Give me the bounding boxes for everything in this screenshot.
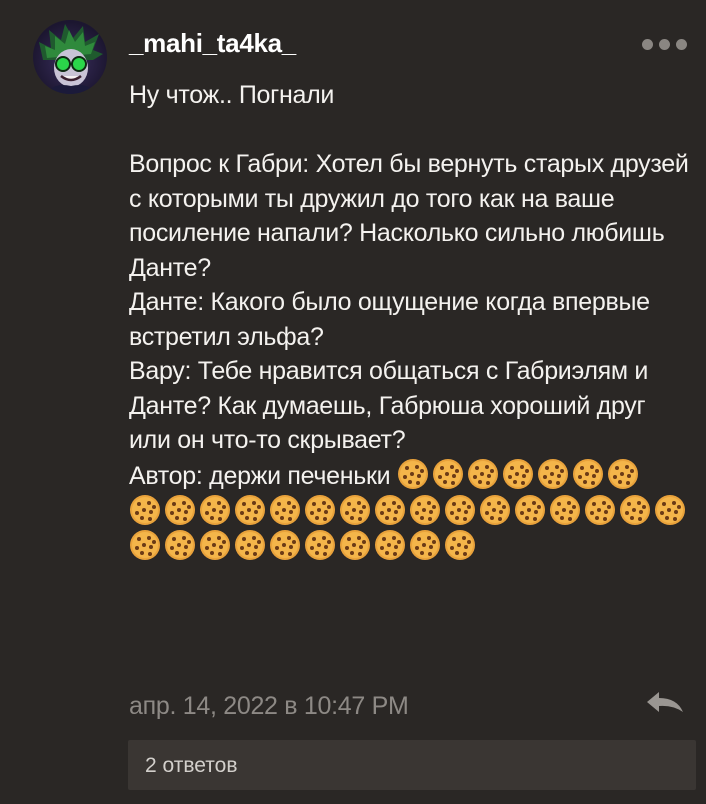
cookie-emoji: [410, 495, 440, 526]
more-dot: [676, 38, 687, 50]
cookie-emoji: [607, 458, 638, 489]
cookie-row: [129, 493, 689, 528]
cookie-emoji: [270, 495, 300, 526]
comment-line: Данте: Какого было ощущение когда впервы…: [129, 288, 650, 351]
cookie-emoji: [410, 529, 440, 560]
cookie-emoji: [235, 495, 265, 526]
cookie-emoji: [537, 458, 568, 489]
cookie-emoji: [165, 495, 195, 526]
comment-line: Ну чтож.. Погнали: [129, 81, 335, 109]
cookie-emoji: [305, 529, 335, 560]
cookie-row: [129, 528, 689, 563]
timestamp: апр. 14, 2022 в 10:47 PM: [129, 692, 409, 720]
cookie-emoji: [340, 495, 370, 526]
replies-count-label: 2 ответов: [145, 754, 238, 777]
cookie-emoji: [305, 495, 335, 526]
cookie-emoji: [620, 495, 650, 526]
cookie-emoji: [340, 529, 370, 560]
cookie-emoji: [432, 458, 463, 489]
more-options-button[interactable]: [642, 37, 690, 51]
cookie-emoji: [375, 495, 405, 526]
reply-button[interactable]: [643, 688, 687, 716]
cookie-emoji-rows: [129, 493, 689, 562]
cookie-emoji: [375, 529, 405, 560]
cookie-emoji: [200, 529, 230, 560]
cookie-emoji: [165, 529, 195, 560]
username[interactable]: _mahi_ta4ka_: [129, 28, 296, 59]
comment: _mahi_ta4ka_ Ну чтож.. Погнали Вопрос к …: [0, 0, 706, 804]
comment-line-author: Автор: держи печеньки: [129, 458, 689, 494]
reply-arrow-icon: [647, 692, 683, 712]
cookie-emoji: [572, 458, 603, 489]
cookie-emoji: [445, 495, 475, 526]
cookie-emoji: [130, 529, 160, 560]
cookie-emoji: [467, 458, 498, 489]
comment-line: Вару: Тебе нравится общаться с Габриэлям…: [129, 357, 649, 454]
author-text: Автор: держи печеньки: [129, 461, 391, 490]
cookie-emoji: [445, 529, 475, 560]
cookie-emoji: [270, 529, 300, 560]
more-dot: [659, 38, 670, 50]
view-replies-button[interactable]: 2 ответов: [128, 740, 696, 790]
cookie-emoji: [130, 495, 160, 526]
cookie-emoji: [200, 495, 230, 526]
cookie-emoji: [655, 495, 685, 526]
avatar-image: [39, 24, 103, 94]
more-horizontal-icon: [642, 38, 653, 50]
cookie-emoji: [515, 495, 545, 526]
comment-line: Вопрос к Габри: Хотел бы вернуть старых …: [129, 150, 689, 282]
cookie-emoji: [585, 495, 615, 526]
cookie-emoji-group: [397, 458, 642, 490]
cookie-emoji: [235, 529, 265, 560]
comment-body: Ну чтож.. Погнали Вопрос к Габри: Хотел …: [129, 78, 689, 562]
cookie-emoji: [480, 495, 510, 526]
cookie-emoji: [550, 495, 580, 526]
cookie-emoji: [397, 458, 428, 489]
avatar[interactable]: [33, 20, 107, 94]
cookie-emoji: [502, 458, 533, 489]
